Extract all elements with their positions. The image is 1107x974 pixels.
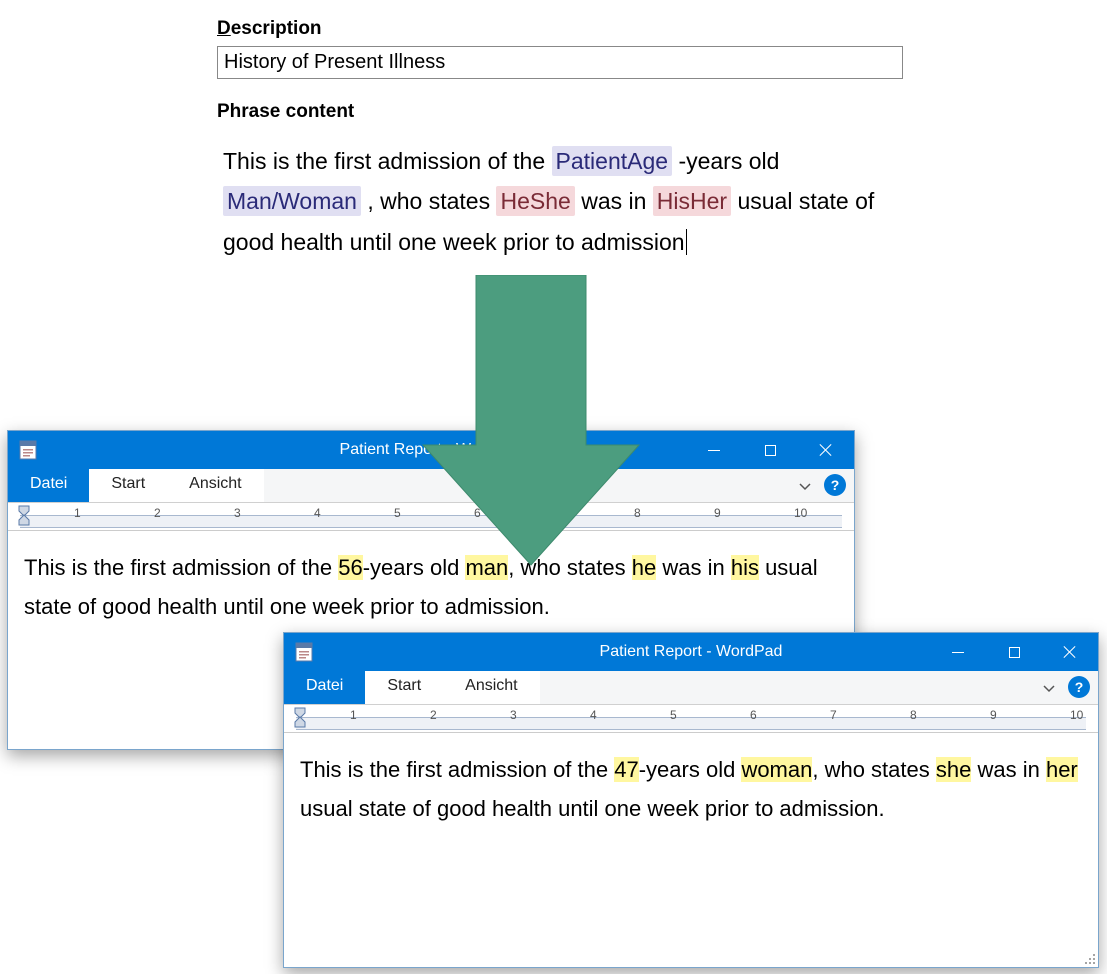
- window-close-button[interactable]: [1042, 633, 1098, 671]
- window-minimize-button[interactable]: [686, 431, 742, 469]
- ruler-tick: 8: [910, 708, 917, 722]
- document-body[interactable]: This is the first admission of the 47-ye…: [284, 733, 1098, 846]
- window-maximize-button[interactable]: [742, 431, 798, 469]
- highlight-hisher: his: [731, 555, 759, 580]
- variable-tag-man-woman[interactable]: Man/Woman: [223, 186, 361, 216]
- phrase-content-label: Phrase content: [217, 101, 903, 123]
- window-titlebar[interactable]: Patient Report - WordPad: [284, 633, 1098, 671]
- resize-grip-icon[interactable]: [1082, 951, 1096, 965]
- ruler-tick: 5: [670, 708, 677, 722]
- ruler-tick: 9: [990, 708, 997, 722]
- highlight-heshe: she: [936, 757, 971, 782]
- help-button[interactable]: ?: [824, 474, 846, 496]
- tab-datei[interactable]: Datei: [8, 469, 89, 502]
- ribbon: Datei Start Ansicht ?: [284, 671, 1098, 705]
- ruler-tick: 2: [430, 708, 437, 722]
- wordpad-app-icon: [294, 642, 314, 662]
- tab-start[interactable]: Start: [365, 671, 443, 704]
- ruler-tick: 4: [590, 708, 597, 722]
- highlight-age: 47: [614, 757, 638, 782]
- ruler-tick: 1: [350, 708, 357, 722]
- ruler-tick: 4: [314, 506, 321, 520]
- wordpad-app-icon: [18, 440, 38, 460]
- ribbon-collapse-icon[interactable]: [1034, 671, 1064, 704]
- ruler-indent-marker-icon[interactable]: [18, 505, 30, 527]
- tab-ansicht[interactable]: Ansicht: [443, 671, 539, 704]
- tab-start[interactable]: Start: [89, 469, 167, 502]
- tab-ansicht[interactable]: Ansicht: [167, 469, 263, 502]
- window-minimize-button[interactable]: [930, 633, 986, 671]
- description-input[interactable]: [217, 46, 903, 79]
- variable-tag-heshe[interactable]: HeShe: [496, 186, 574, 216]
- ruler-tick: 7: [830, 708, 837, 722]
- ruler-tick: 9: [714, 506, 721, 520]
- arrow-down-icon: [421, 275, 641, 575]
- ruler[interactable]: 1 2 3 4 5 6 7 8 9 10: [284, 705, 1098, 733]
- phrase-definition-form: Description Phrase content This is the f…: [195, 0, 925, 306]
- ruler-tick: 1: [74, 506, 81, 520]
- ruler-indent-marker-icon[interactable]: [294, 707, 306, 729]
- tab-datei[interactable]: Datei: [284, 671, 365, 704]
- ruler-tick: 10: [794, 506, 807, 520]
- ruler-tick: 10: [1070, 708, 1083, 722]
- ribbon-collapse-icon[interactable]: [790, 469, 820, 502]
- highlight-age: 56: [338, 555, 362, 580]
- window-maximize-button[interactable]: [986, 633, 1042, 671]
- ruler-tick: 3: [510, 708, 517, 722]
- variable-tag-patientage[interactable]: PatientAge: [552, 146, 673, 176]
- ruler-tick: 5: [394, 506, 401, 520]
- phrase-content-area[interactable]: This is the first admission of the Patie…: [217, 137, 903, 266]
- help-button[interactable]: ?: [1068, 676, 1090, 698]
- ruler-tick: 2: [154, 506, 161, 520]
- variable-tag-hisher[interactable]: HisHer: [653, 186, 731, 216]
- ruler-tick: 3: [234, 506, 241, 520]
- description-label: Description: [217, 18, 903, 40]
- wordpad-window-2: Patient Report - WordPad Datei Start Ans…: [283, 632, 1099, 968]
- highlight-hisher: her: [1046, 757, 1078, 782]
- ruler-tick: 6: [750, 708, 757, 722]
- highlight-gender: woman: [741, 757, 812, 782]
- window-close-button[interactable]: [798, 431, 854, 469]
